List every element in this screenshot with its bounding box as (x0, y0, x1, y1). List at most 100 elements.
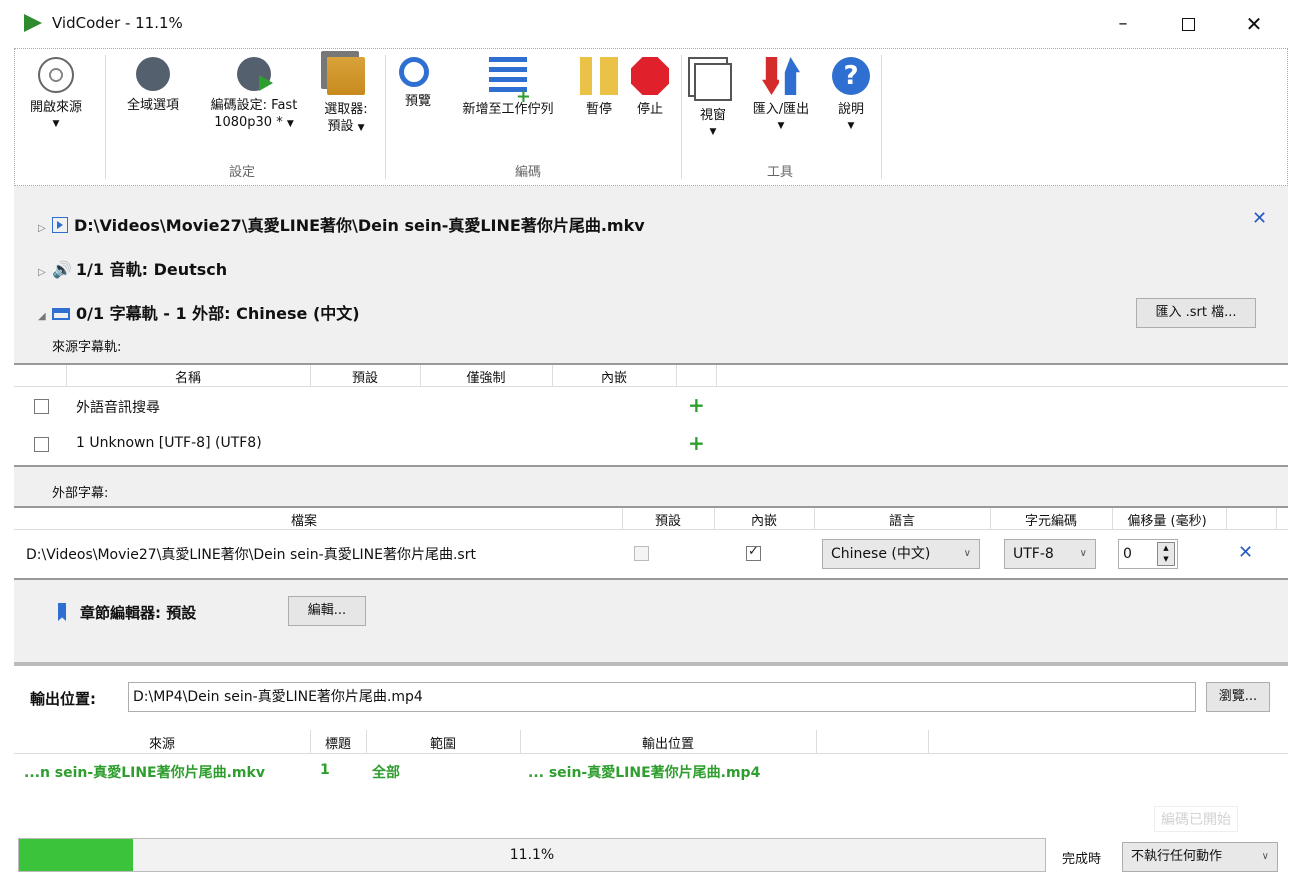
ribbon-separator (881, 55, 882, 179)
source-file-row[interactable]: ▷ D:\Videos\Movie27\真愛LINE著你\Dein sein-真愛… (38, 212, 645, 236)
video-file-icon (52, 217, 68, 233)
column-header-default: 預設 (351, 371, 378, 386)
import-srt-button[interactable]: 匯入 .srt 檔... (1136, 298, 1256, 328)
subtitle-summary: 0/1 字幕軌 - 1 外部: Chinese (中文) (76, 304, 360, 323)
column-header-output: 輸出位置 (641, 737, 694, 752)
audio-tracks-row[interactable]: ▷ 🔊 1/1 音軌: Deutsch (38, 256, 227, 280)
browse-button[interactable]: 瀏覽... (1206, 682, 1270, 712)
stop-button[interactable]: 停止 (627, 57, 673, 118)
encode-settings-button[interactable]: 編碼設定: Fast 1080p30 * ▼ (195, 57, 313, 133)
column-header-burn: 內嵌 (750, 514, 777, 529)
import-export-button[interactable]: 匯入/匯出 ▼ (739, 57, 823, 135)
minimize-button[interactable]: – (1095, 8, 1151, 40)
gear-play-icon (237, 57, 273, 91)
add-to-queue-button[interactable]: 新增至工作佇列 (443, 57, 573, 118)
column-header-title: 標題 (324, 737, 351, 752)
chevron-down-icon: ▼ (709, 127, 717, 137)
language-select[interactable]: Chinese (中文) ∨ (822, 539, 980, 569)
subtitle-icon (52, 308, 70, 320)
remove-subtitle-button[interactable]: ✕ (1238, 542, 1253, 563)
column-header-burn: 內嵌 (600, 371, 627, 386)
group-label-settings: 設定 (229, 165, 256, 180)
encoding-select[interactable]: UTF-8 ∨ (1004, 539, 1096, 569)
window-title: VidCoder - 11.1% (52, 14, 183, 32)
table-row[interactable]: 外語音訊搜尋 + (14, 387, 1288, 425)
source-subtitles-label: 來源字幕軌: (52, 340, 122, 355)
ribbon-separator (385, 55, 386, 179)
completion-action-select[interactable]: 不執行任何動作 ∨ (1122, 842, 1278, 872)
column-header-offset: 偏移量 (毫秒) (1127, 514, 1207, 529)
burn-in-checkbox[interactable] (746, 544, 761, 561)
add-track-icon[interactable]: + (688, 393, 705, 417)
open-source-button[interactable]: 開啟來源 ▼ (21, 57, 91, 133)
subtitle-tracks-row[interactable]: ◢ 0/1 字幕軌 - 1 外部: Chinese (中文) (38, 300, 360, 324)
speaker-icon: 🔊 (52, 260, 72, 279)
maximize-button[interactable] (1160, 8, 1216, 40)
column-header-encoding: 字元編碼 (1024, 514, 1077, 529)
column-header-range: 範圍 (429, 737, 456, 752)
expand-triangle-icon[interactable]: ▷ (38, 223, 52, 234)
chapter-editor-row: 章節編輯器: 預設 (58, 602, 196, 623)
completion-label: 完成時 (1062, 852, 1102, 867)
import-export-icon (762, 57, 800, 95)
audio-summary: 1/1 音軌: Deutsch (75, 260, 228, 279)
add-track-icon[interactable]: + (688, 431, 705, 455)
column-header-language: 語言 (888, 514, 915, 529)
picker-button[interactable]: 選取器: 預設 ▼ (313, 57, 379, 137)
bookmark-icon (58, 603, 66, 621)
track-checkbox[interactable] (34, 437, 49, 452)
chevron-down-icon: ▼ (357, 123, 365, 133)
expand-triangle-icon[interactable]: ▷ (38, 267, 52, 278)
table-header: 名稱 預設 僅強制 內嵌 (14, 365, 1288, 387)
external-subtitles-label: 外部字幕: (52, 486, 109, 501)
progress-text: 11.1% (509, 847, 555, 863)
queue-item-source[interactable]: ...n sein-真愛LINE著你片尾曲.mkv (24, 762, 265, 782)
table-row[interactable]: 1 Unknown [UTF-8] (UTF8) + (14, 425, 1288, 463)
queue-item-title: 1 (320, 762, 330, 778)
output-panel: 輸出位置: D:\MP4\Dein sein-真愛LINE著你片尾曲.mp4 瀏… (14, 662, 1288, 872)
queue-item-output: ... sein-真愛LINE著你片尾曲.mp4 (528, 765, 761, 781)
window-menu-button[interactable]: 視窗 ▼ (689, 57, 737, 141)
folders-icon (327, 57, 365, 95)
track-checkbox[interactable] (34, 399, 49, 414)
column-header-name: 名稱 (174, 371, 201, 386)
collapse-triangle-icon[interactable]: ◢ (38, 311, 52, 322)
chevron-down-icon: ▼ (777, 121, 785, 131)
column-header-file: 檔案 (290, 514, 317, 529)
stop-icon (631, 57, 669, 95)
column-header-forced: 僅強制 (466, 371, 506, 386)
help-button[interactable]: ? 說明 ▼ (825, 57, 877, 135)
encode-progress-bar: 11.1% (18, 838, 1046, 872)
pause-button[interactable]: 暫停 (577, 57, 621, 118)
title-bar: VidCoder - 11.1% – ✕ (0, 0, 1298, 48)
maximize-icon (1181, 17, 1195, 31)
disc-icon (38, 57, 74, 93)
chevron-down-icon: ∨ (1261, 851, 1269, 862)
queue-add-icon (489, 57, 531, 105)
ribbon-separator (105, 55, 106, 179)
output-path-field[interactable]: D:\MP4\Dein sein-真愛LINE著你片尾曲.mp4 (128, 682, 1196, 712)
offset-stepper[interactable]: 0 ▲ ▼ (1118, 539, 1178, 569)
encode-started-button: 編碼已開始 (1154, 806, 1238, 832)
external-subtitles-table: 檔案 預設 內嵌 語言 字元編碼 偏移量 (毫秒) D:\Videos\Movi… (14, 506, 1288, 580)
stepper-arrows-icon[interactable]: ▲ ▼ (1157, 542, 1175, 566)
chevron-down-icon: ▼ (286, 119, 294, 129)
close-window-button[interactable]: ✕ (1226, 8, 1282, 40)
magnifier-icon (399, 57, 429, 87)
group-label-tools: 工具 (767, 165, 794, 180)
pause-icon (580, 57, 618, 95)
global-options-button[interactable]: 全域選項 (115, 57, 191, 114)
chevron-down-icon: ∨ (1079, 548, 1087, 559)
source-subtitles-table: 名稱 預設 僅強制 內嵌 外語音訊搜尋 + 1 Unknown [UTF-8] … (14, 363, 1288, 467)
vidcoder-logo-icon (24, 14, 42, 32)
default-checkbox[interactable] (634, 546, 649, 561)
ribbon-separator (681, 55, 682, 179)
queue-table-header: 來源 標題 範圍 輸出位置 (14, 730, 1288, 754)
help-icon: ? (832, 57, 870, 95)
close-source-button[interactable]: ✕ (1252, 208, 1267, 229)
output-location-label: 輸出位置: (30, 690, 96, 708)
external-subtitle-file: D:\Videos\Movie27\真愛LINE著你\Dein sein-真愛L… (26, 547, 476, 563)
edit-chapters-button[interactable]: 編輯... (288, 596, 366, 626)
preview-button[interactable]: 預覽 (393, 57, 443, 110)
ribbon-toolbar: 開啟來源 ▼ 全域選項 編碼設定: Fast 1080p30 * ▼ 選取器: … (14, 48, 1288, 186)
